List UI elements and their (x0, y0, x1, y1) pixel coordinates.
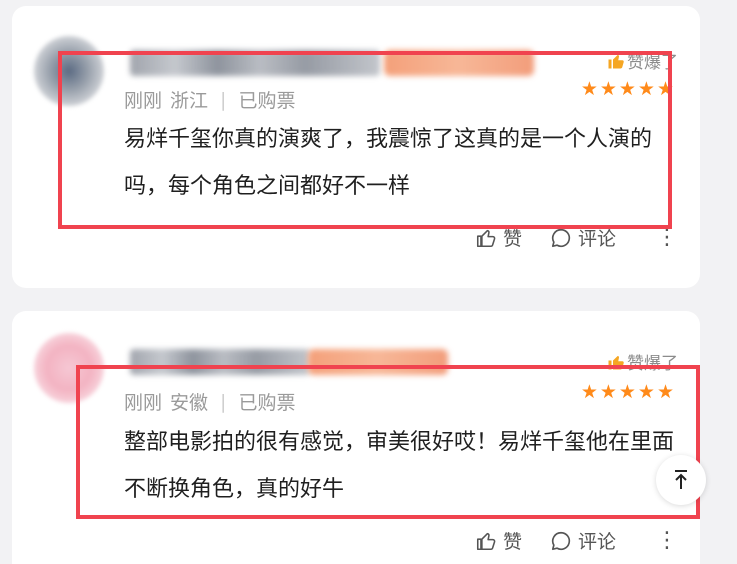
avatar[interactable] (34, 333, 104, 403)
purchase-status: 已购票 (238, 90, 296, 112)
comment-bubble-icon (551, 531, 571, 550)
badge-label: 赞爆了 (627, 53, 678, 73)
comment-text: 易烊千玺你真的演爽了，我震惊了这真的是一个人演的吗，每个角色之间都好不一样 (124, 127, 653, 199)
comment-button[interactable]: 评论 (550, 224, 616, 251)
thumbs-up-icon (608, 54, 624, 68)
thumb-outline-icon (476, 229, 496, 247)
comment-location: 安徽 (170, 392, 209, 414)
rating-stars: ★★★★★ (580, 78, 676, 100)
comment-actions: 赞 评论 ⋮ (475, 527, 678, 554)
like-button[interactable]: 赞 (475, 527, 522, 554)
user-tag-blurred (308, 349, 448, 375)
comment-button[interactable]: 评论 (550, 527, 616, 554)
username-blurred[interactable] (130, 349, 310, 375)
more-vertical-icon[interactable]: ⋮ (656, 529, 678, 552)
comment-label: 评论 (577, 531, 616, 553)
thumbs-up-icon (608, 355, 624, 369)
rating-stars: ★★★★★ (580, 381, 676, 403)
meta-divider: | (220, 390, 227, 413)
like-button[interactable]: 赞 (475, 224, 522, 251)
thumb-outline-icon (476, 532, 496, 550)
comment-text: 整部电影拍的很有感觉，审美很好哎！易烊千玺他在里面不断换角色，真的好牛 (124, 430, 675, 502)
comment-label: 评论 (577, 228, 616, 250)
comment-time: 刚刚 (124, 392, 163, 414)
comment-bubble-icon (551, 228, 571, 247)
avatar[interactable] (34, 36, 104, 106)
purchase-status: 已购票 (238, 392, 296, 414)
comment-actions: 赞 评论 ⋮ (475, 224, 678, 251)
hot-badge: 赞爆了 (607, 48, 678, 73)
like-label: 赞 (502, 228, 522, 250)
comment-meta: 刚刚 安徽 | 已购票 (124, 388, 295, 415)
more-vertical-icon[interactable]: ⋮ (656, 226, 678, 249)
hot-badge: 赞爆了 (607, 349, 678, 374)
meta-divider: | (220, 88, 227, 111)
comment-card: 赞爆了 刚刚 安徽 | 已购票 ★★★★★ 整部电影拍的很有感觉，审美很好哎！易… (12, 311, 700, 564)
user-tag-blurred (384, 50, 534, 76)
badge-label: 赞爆了 (627, 354, 678, 374)
arrow-to-top-icon (675, 470, 687, 489)
like-label: 赞 (502, 531, 522, 553)
comment-card: 赞爆了 刚刚 浙江 | 已购票 ★★★★★ 易烊千玺你真的演爽了，我震惊了这真的… (12, 6, 700, 288)
comment-meta: 刚刚 浙江 | 已购票 (124, 86, 295, 113)
back-to-top-button[interactable] (656, 455, 706, 505)
username-blurred[interactable] (130, 50, 380, 76)
comment-time: 刚刚 (124, 90, 163, 112)
comment-location: 浙江 (170, 90, 209, 112)
